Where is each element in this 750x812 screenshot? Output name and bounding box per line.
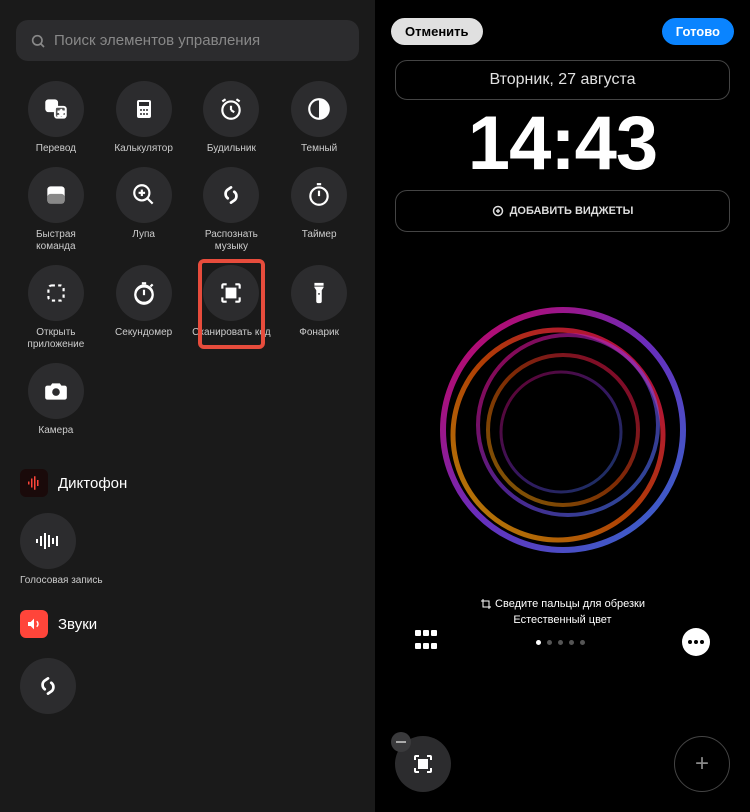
controls-gallery: Поиск элементов управления A文 Перевод Ка… bbox=[0, 0, 375, 812]
control-open-app[interactable]: Открыть приложение bbox=[16, 265, 96, 351]
search-placeholder: Поиск элементов управления bbox=[54, 32, 260, 49]
control-translate[interactable]: A文 Перевод bbox=[16, 81, 96, 155]
shortcut-icon bbox=[28, 167, 84, 223]
lockscreen-editor: Отменить Готово Вторник, 27 августа 14:4… bbox=[375, 0, 750, 812]
control-shazam-bottom[interactable] bbox=[20, 658, 76, 714]
control-stopwatch[interactable]: Секундомер bbox=[104, 265, 184, 351]
remove-badge[interactable] bbox=[391, 732, 411, 752]
controls-grid: A文 Перевод Калькулятор Будильник Темный bbox=[16, 81, 359, 437]
qr-scan-icon bbox=[411, 752, 435, 776]
section-voice-memos[interactable]: Диктофон bbox=[16, 461, 359, 505]
calculator-icon bbox=[116, 81, 172, 137]
page-indicator bbox=[536, 640, 585, 645]
control-label: Распознать музыку bbox=[192, 229, 272, 253]
time-widget[interactable]: 14:43 bbox=[395, 106, 730, 182]
magnifier-icon bbox=[116, 167, 172, 223]
control-label: Секундомер bbox=[115, 327, 172, 339]
control-magnifier[interactable]: Лупа bbox=[104, 167, 184, 253]
date-widget[interactable]: Вторник, 27 августа bbox=[395, 60, 730, 100]
quick-action-right[interactable]: + bbox=[674, 736, 730, 792]
plus-circle-icon bbox=[492, 205, 504, 217]
more-options-button[interactable] bbox=[682, 628, 710, 656]
open-app-icon bbox=[28, 265, 84, 321]
wallpaper-grid-button[interactable] bbox=[415, 630, 439, 654]
control-dark-mode[interactable]: Темный bbox=[279, 81, 359, 155]
control-shortcut[interactable]: Быстрая команда bbox=[16, 167, 96, 253]
control-label: Быстрая команда bbox=[16, 229, 96, 253]
add-widgets-label: ДОБАВИТЬ ВИДЖЕТЫ bbox=[510, 205, 634, 217]
control-label: Будильник bbox=[207, 143, 256, 155]
control-voice-record[interactable]: Голосовая запись bbox=[16, 505, 359, 594]
control-label: Темный bbox=[301, 143, 337, 155]
quick-action-left[interactable] bbox=[395, 736, 451, 792]
crop-hint: Сведите пальцы для обрезки Естественный … bbox=[395, 597, 730, 628]
search-input[interactable]: Поиск элементов управления bbox=[16, 20, 359, 61]
sounds-app-icon bbox=[20, 610, 48, 638]
translate-icon: A文 bbox=[28, 81, 84, 137]
section-sounds[interactable]: Звуки bbox=[16, 602, 359, 646]
waveform-icon bbox=[20, 513, 76, 569]
control-flashlight[interactable]: Фонарик bbox=[279, 265, 359, 351]
crop-icon bbox=[480, 598, 492, 610]
control-shazam[interactable]: Распознать музыку bbox=[192, 167, 272, 253]
shazam-icon bbox=[35, 673, 61, 699]
section-title: Звуки bbox=[58, 616, 97, 633]
voice-memos-app-icon bbox=[20, 469, 48, 497]
control-calculator[interactable]: Калькулятор bbox=[104, 81, 184, 155]
search-icon bbox=[30, 33, 46, 49]
svg-text:文: 文 bbox=[58, 109, 65, 118]
control-label: Калькулятор bbox=[114, 143, 173, 155]
stopwatch-icon bbox=[116, 265, 172, 321]
alarm-icon bbox=[203, 81, 259, 137]
control-label: Открыть приложение bbox=[16, 327, 96, 351]
plus-icon: + bbox=[695, 750, 709, 778]
control-camera[interactable]: Камера bbox=[16, 363, 96, 437]
done-button[interactable]: Готово bbox=[662, 18, 734, 45]
control-label: Перевод bbox=[36, 143, 76, 155]
camera-icon bbox=[28, 363, 84, 419]
cancel-button[interactable]: Отменить bbox=[391, 18, 483, 45]
qr-scan-icon bbox=[203, 265, 259, 321]
control-scan-code[interactable]: Сканировать код bbox=[192, 265, 272, 351]
timer-icon bbox=[291, 167, 347, 223]
shazam-icon bbox=[203, 167, 259, 223]
svg-text:A: A bbox=[48, 102, 54, 111]
dark-mode-icon bbox=[291, 81, 347, 137]
control-alarm[interactable]: Будильник bbox=[192, 81, 272, 155]
control-label: Фонарик bbox=[299, 327, 339, 339]
section-title: Диктофон bbox=[58, 475, 127, 492]
wallpaper-rings bbox=[423, 290, 703, 570]
lockscreen-preview: Вторник, 27 августа 14:43 ДОБАВИТЬ ВИДЖЕ… bbox=[395, 60, 730, 662]
control-timer[interactable]: Таймер bbox=[279, 167, 359, 253]
add-widgets-button[interactable]: ДОБАВИТЬ ВИДЖЕТЫ bbox=[395, 190, 730, 232]
control-label: Голосовая запись bbox=[20, 575, 103, 586]
control-label: Лупа bbox=[132, 229, 155, 241]
control-label: Камера bbox=[38, 425, 73, 437]
flashlight-icon bbox=[291, 265, 347, 321]
control-label: Таймер bbox=[302, 229, 337, 241]
control-label: Сканировать код bbox=[192, 327, 270, 339]
